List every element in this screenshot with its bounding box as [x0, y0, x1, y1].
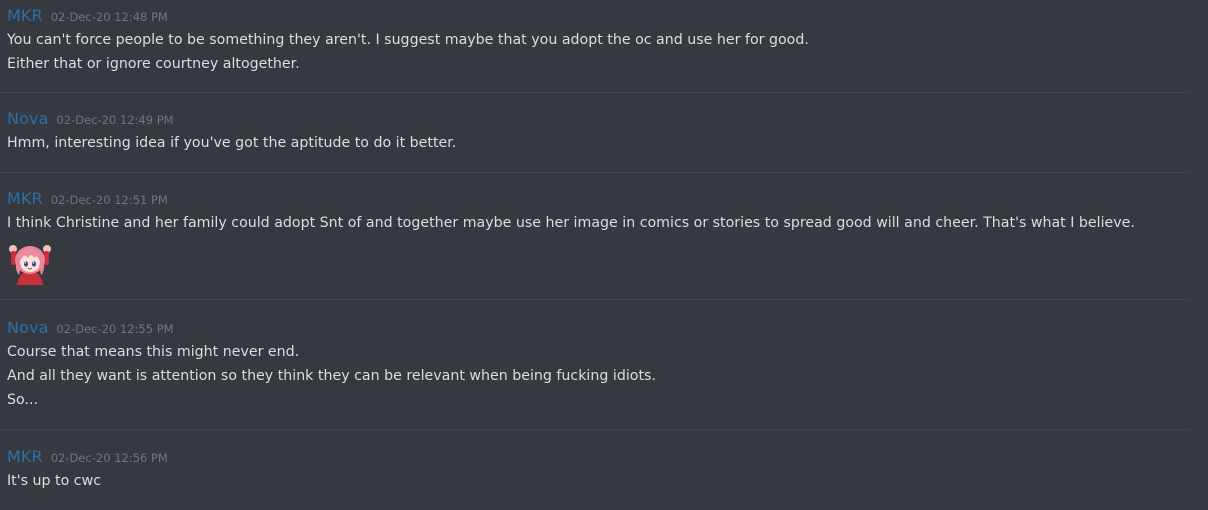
author-name[interactable]: MKR: [7, 447, 43, 466]
message-header: MKR 02-Dec-20 12:48 PM: [7, 6, 1190, 28]
message-line: You can't force people to be something t…: [7, 32, 809, 48]
author-name[interactable]: Nova: [7, 318, 48, 337]
message: MKR 02-Dec-20 12:56 PM It's up to cwc: [7, 447, 1190, 493]
anime-girl-sticker-icon[interactable]: [7, 241, 53, 285]
timestamp: 02-Dec-20 12:51 PM: [50, 193, 168, 207]
author-name[interactable]: MKR: [7, 189, 43, 208]
message: MKR 02-Dec-20 12:48 PM You can't force p…: [7, 6, 1190, 76]
message-header: Nova 02-Dec-20 12:55 PM: [7, 318, 1190, 340]
timestamp: 02-Dec-20 12:49 PM: [56, 113, 174, 127]
message-divider: [0, 92, 1190, 93]
message-header: MKR 02-Dec-20 12:51 PM: [7, 189, 1190, 211]
timestamp: 02-Dec-20 12:48 PM: [50, 10, 168, 24]
message-line: It's up to cwc: [7, 473, 102, 489]
timestamp: 02-Dec-20 12:56 PM: [50, 451, 168, 465]
chat-log: MKR 02-Dec-20 12:48 PM You can't force p…: [0, 0, 1208, 510]
message: Nova 02-Dec-20 12:55 PM Course that mean…: [7, 318, 1190, 412]
message-line: Hmm, interesting idea if you've got the …: [7, 135, 457, 151]
message: Nova 02-Dec-20 12:49 PM Hmm, interesting…: [7, 109, 1190, 155]
author-name[interactable]: Nova: [7, 109, 48, 128]
message-line: And all they want is attention so they t…: [7, 368, 656, 384]
message-divider: [0, 172, 1190, 173]
message-line: Either that or ignore courtney altogethe…: [7, 56, 300, 72]
timestamp: 02-Dec-20 12:55 PM: [56, 322, 174, 336]
message-line: Course that means this might never end.: [7, 344, 300, 360]
message-divider: [0, 299, 1190, 300]
message-header: MKR 02-Dec-20 12:56 PM: [7, 447, 1190, 469]
message-line: I think Christine and her family could a…: [7, 215, 1135, 231]
author-name[interactable]: MKR: [7, 6, 43, 25]
message-header: Nova 02-Dec-20 12:49 PM: [7, 109, 1190, 131]
message-divider: [0, 429, 1190, 430]
message: MKR 02-Dec-20 12:51 PM I think Christine…: [7, 189, 1190, 289]
message-line: So...: [7, 392, 38, 408]
